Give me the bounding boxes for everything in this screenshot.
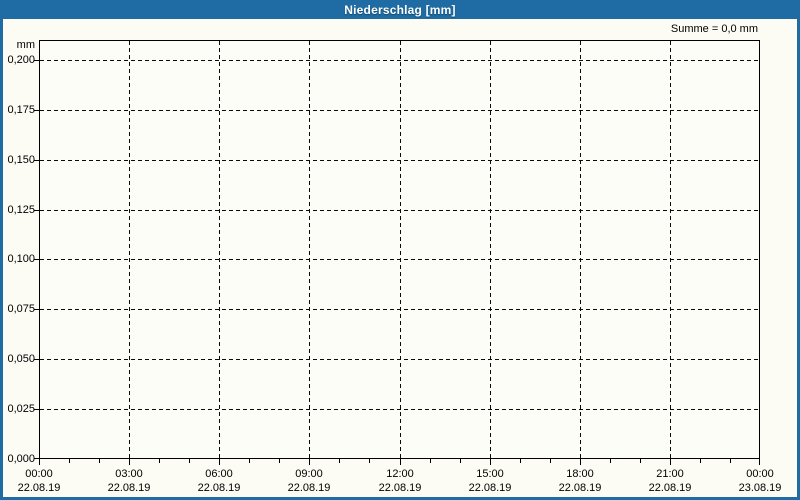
x-axis-major-tick bbox=[309, 459, 310, 465]
vertical-gridline bbox=[580, 41, 581, 458]
x-axis-major-tick bbox=[219, 459, 220, 465]
x-axis-minor-tick bbox=[700, 459, 701, 463]
x-axis-major-tick bbox=[129, 459, 130, 465]
y-axis-tick-label: 0,150 bbox=[7, 154, 35, 166]
x-axis-minor-tick bbox=[189, 459, 190, 463]
vertical-gridline bbox=[670, 41, 671, 458]
window-titlebar: Niederschlag [mm] bbox=[0, 0, 800, 19]
x-axis-time-label: 03:00 bbox=[115, 468, 143, 480]
vertical-gridline bbox=[219, 41, 220, 458]
x-axis-time-label: 18:00 bbox=[566, 468, 594, 480]
vertical-gridline bbox=[400, 41, 401, 458]
vertical-gridline bbox=[309, 41, 310, 458]
sum-annotation: Summe = 0,0 mm bbox=[670, 23, 758, 35]
x-axis-date-label: 22.08.19 bbox=[558, 482, 602, 494]
y-axis-tick-label: 0,075 bbox=[7, 303, 35, 315]
window-title: Niederschlag [mm] bbox=[344, 2, 456, 17]
x-axis-major-tick bbox=[39, 459, 40, 465]
x-axis-minor-tick bbox=[69, 459, 70, 463]
x-axis-major-tick bbox=[490, 459, 491, 465]
y-axis-tick-label: 0,050 bbox=[7, 353, 35, 365]
x-axis-minor-tick bbox=[249, 459, 250, 463]
chart-window: Niederschlag [mm] Summe = 0,0 mm mm 0,20… bbox=[0, 0, 800, 500]
y-axis-line bbox=[39, 40, 40, 459]
vertical-gridline bbox=[490, 41, 491, 458]
x-axis-minor-tick bbox=[640, 459, 641, 463]
x-axis-time-label: 09:00 bbox=[295, 468, 323, 480]
y-axis-tick-label: 0,125 bbox=[7, 204, 35, 216]
y-axis-tick-label: 0,200 bbox=[7, 54, 35, 66]
y-axis-tick-label: 0,100 bbox=[7, 253, 35, 265]
x-axis-minor-tick bbox=[369, 459, 370, 463]
x-axis-time-label: 12:00 bbox=[386, 468, 414, 480]
x-axis-major-tick bbox=[400, 459, 401, 465]
x-axis-minor-tick bbox=[430, 459, 431, 463]
y-axis-tick-label: 0,025 bbox=[7, 403, 35, 415]
x-axis-major-tick bbox=[580, 459, 581, 465]
x-axis-time-label: 00:00 bbox=[25, 468, 53, 480]
x-axis-date-label: 22.08.19 bbox=[378, 482, 422, 494]
x-axis-minor-tick bbox=[279, 459, 280, 463]
x-axis-date-label: 22.08.19 bbox=[197, 482, 241, 494]
x-axis-date-label: 22.08.19 bbox=[468, 482, 512, 494]
x-axis-date-label: 22.08.19 bbox=[648, 482, 692, 494]
x-axis-minor-tick bbox=[99, 459, 100, 463]
x-axis-minor-tick bbox=[610, 459, 611, 463]
x-axis-major-tick bbox=[670, 459, 671, 465]
y-axis-unit-label: mm bbox=[16, 39, 35, 51]
x-axis-date-label: 22.08.19 bbox=[287, 482, 331, 494]
x-axis-major-tick bbox=[759, 459, 760, 465]
plot-area bbox=[34, 40, 760, 465]
vertical-gridline bbox=[129, 41, 130, 458]
y-axis-tick-label: 0,000 bbox=[7, 453, 35, 465]
y-axis-tick-label: 0,175 bbox=[7, 104, 35, 116]
x-axis-minor-tick bbox=[520, 459, 521, 463]
x-axis-time-label: 15:00 bbox=[476, 468, 504, 480]
x-axis-minor-tick bbox=[730, 459, 731, 463]
x-axis-date-label: 22.08.19 bbox=[107, 482, 151, 494]
plot-border-right bbox=[759, 40, 760, 459]
x-axis-minor-tick bbox=[460, 459, 461, 463]
x-axis-time-label: 06:00 bbox=[205, 468, 233, 480]
x-axis-minor-tick bbox=[159, 459, 160, 463]
x-axis-time-label: 00:00 bbox=[746, 468, 774, 480]
x-axis-time-label: 21:00 bbox=[656, 468, 684, 480]
x-axis-date-label: 23.08.19 bbox=[738, 482, 782, 494]
x-axis-minor-tick bbox=[550, 459, 551, 463]
x-axis-date-label: 22.08.19 bbox=[17, 482, 61, 494]
x-axis-minor-tick bbox=[339, 459, 340, 463]
